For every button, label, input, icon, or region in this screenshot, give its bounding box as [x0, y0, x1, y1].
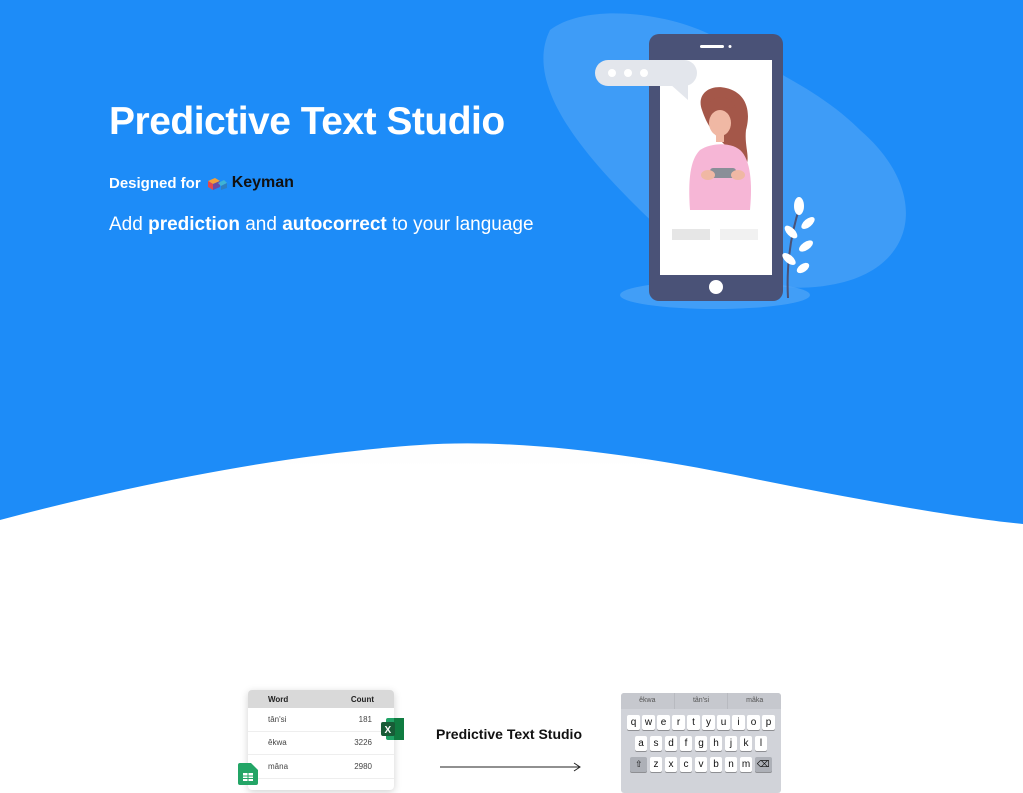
- suggestion-bar: êkwa tân'si mâka: [621, 693, 781, 709]
- key-n[interactable]: n: [724, 757, 738, 772]
- keyboard-row-3: ⇧ z x c v b n m ⌫: [621, 757, 781, 772]
- tagline-autocorrect: autocorrect: [282, 214, 387, 235]
- key-d[interactable]: d: [664, 736, 678, 751]
- key-f[interactable]: f: [679, 736, 693, 751]
- key-x[interactable]: x: [664, 757, 678, 772]
- backspace-key[interactable]: ⌫: [754, 757, 772, 772]
- key-j[interactable]: j: [724, 736, 738, 751]
- page-title: Predictive Text Studio: [109, 100, 505, 143]
- key-t[interactable]: t: [687, 715, 700, 730]
- keyman-logo[interactable]: Keyman: [206, 174, 294, 192]
- tagline-part-1: Add: [109, 214, 149, 235]
- tagline: Add prediction and autocorrect to your l…: [109, 214, 534, 236]
- key-b[interactable]: b: [709, 757, 723, 772]
- designed-for-label: Designed for: [109, 174, 201, 192]
- word-cell: êkwa: [268, 738, 287, 748]
- phone-illustration: [543, 13, 906, 309]
- column-header-count: Count: [350, 695, 374, 704]
- key-z[interactable]: z: [649, 757, 663, 772]
- key-m[interactable]: m: [739, 757, 753, 772]
- suggestion-item[interactable]: mâka: [728, 693, 781, 709]
- keyboard-row-1: q w e r t y u i o p: [621, 715, 781, 730]
- arrow-right-icon: [440, 762, 581, 772]
- key-a[interactable]: a: [634, 736, 648, 751]
- key-g[interactable]: g: [694, 736, 708, 751]
- shift-key[interactable]: ⇧: [630, 757, 648, 772]
- key-s[interactable]: s: [649, 736, 663, 751]
- key-o[interactable]: o: [747, 715, 760, 730]
- count-cell: 181: [358, 714, 372, 724]
- key-c[interactable]: c: [679, 757, 693, 772]
- key-p[interactable]: p: [762, 715, 775, 730]
- keyboard-preview: êkwa tân'si mâka q w e r t y u i o p a s…: [621, 693, 781, 793]
- spreadsheet-header: Word Count: [248, 690, 394, 708]
- key-y[interactable]: y: [702, 715, 715, 730]
- table-row: tân'si 181: [248, 708, 394, 732]
- count-cell: 3226: [354, 738, 372, 748]
- hero-section: Predictive Text Studio Designed for Keym…: [0, 0, 1023, 782]
- key-h[interactable]: h: [709, 736, 723, 751]
- word-cell: tân'si: [268, 714, 287, 724]
- key-u[interactable]: u: [717, 715, 730, 730]
- hero-text: Predictive Text Studio Designed for Keym…: [109, 100, 534, 236]
- keyman-wordmark: Keyman: [231, 174, 294, 191]
- suggestion-item[interactable]: êkwa: [621, 693, 675, 709]
- tagline-part-5: to your language: [386, 214, 534, 235]
- table-row: mâna 2980: [248, 755, 394, 779]
- keyboard-row-2: a s d f g h j k l: [621, 736, 781, 751]
- column-header-word: Word: [268, 695, 289, 704]
- tagline-part-3: and: [239, 214, 283, 235]
- key-w[interactable]: w: [642, 715, 655, 730]
- key-r[interactable]: r: [672, 715, 685, 730]
- key-v[interactable]: v: [694, 757, 708, 772]
- designed-for-line: Designed for Keyman: [109, 174, 534, 192]
- excel-icon: X: [381, 718, 404, 740]
- word-count-spreadsheet: Word Count tân'si 181 êkwa 3226 mâna 298…: [248, 690, 394, 790]
- table-row: êkwa 3226: [248, 732, 394, 755]
- svg-text:X: X: [385, 725, 392, 736]
- suggestion-item[interactable]: tân'si: [675, 693, 729, 709]
- tagline-prediction: prediction: [148, 214, 240, 235]
- count-cell: 2980: [354, 761, 372, 771]
- key-k[interactable]: k: [739, 736, 753, 751]
- arrow-label: Predictive Text Studio: [436, 726, 582, 742]
- key-q[interactable]: q: [627, 715, 640, 730]
- keyman-cube-icon: [207, 178, 227, 190]
- key-l[interactable]: l: [754, 736, 768, 751]
- word-cell: mâna: [268, 761, 289, 771]
- key-i[interactable]: i: [732, 715, 745, 730]
- key-e[interactable]: e: [657, 715, 670, 730]
